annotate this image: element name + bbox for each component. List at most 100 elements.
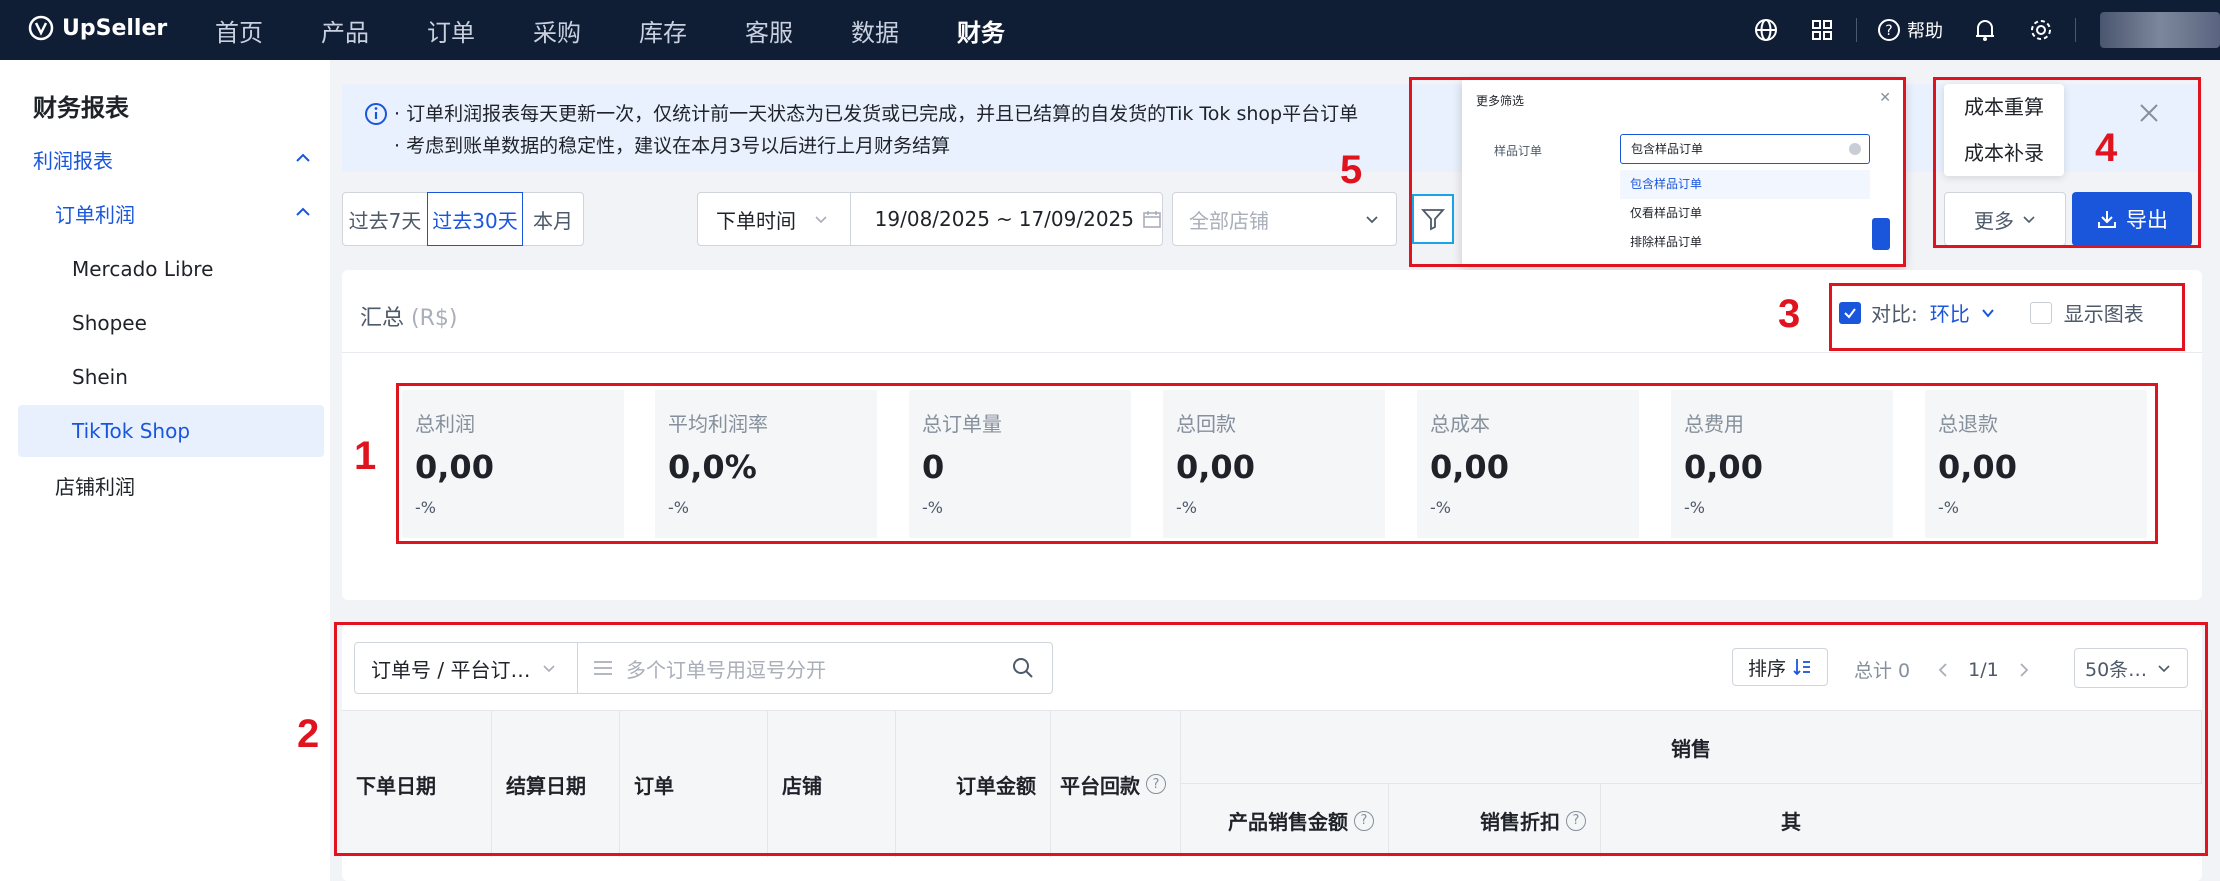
sidebar-item-shein[interactable]: Shein — [18, 351, 324, 403]
nav-finance[interactable]: 财务 — [957, 13, 1005, 48]
help-label: 帮助 — [1907, 21, 1943, 42]
shop-select[interactable]: 全部店铺 — [1172, 192, 1397, 246]
more-button[interactable]: 更多 — [1944, 192, 2066, 246]
sidebar-item-mercado-libre[interactable]: Mercado Libre — [18, 243, 324, 295]
time-type-value: 下单时间 — [716, 208, 796, 233]
col-settle-date[interactable]: 结算日期 — [492, 711, 620, 857]
option-include-sample[interactable]: 包含样品订单 — [1620, 170, 1870, 199]
sort-icon — [1793, 659, 1810, 676]
top-right-tools: ? 帮助 — [1738, 0, 2220, 60]
sidebar-item-shopee[interactable]: Shopee — [18, 297, 324, 349]
chevron-up-icon — [296, 153, 310, 162]
chevron-right-icon[interactable] — [2017, 662, 2031, 678]
sort-button[interactable]: 排序 — [1732, 648, 1828, 686]
help-icon[interactable]: ? — [1566, 810, 1586, 831]
info-notice: · 订单利润报表每天更新一次，仅统计前一天状态为已发货或已完成，并且已结算的自发… — [342, 84, 2202, 172]
more-dropdown-menu: 成本重算 成本补录 — [1944, 84, 2064, 176]
top-navbar: UpSeller 首页 产品 订单 采购 库存 客服 数据 财务 ? 帮助 — [0, 0, 2220, 60]
menu-cost-recalculate[interactable]: 成本重算 — [1944, 84, 2064, 130]
col-shop[interactable]: 店铺 — [768, 711, 896, 857]
sidebar-item-shop-profit[interactable]: 店铺利润 — [18, 459, 324, 511]
clear-icon[interactable] — [1849, 143, 1861, 155]
sidebar-item-tiktok-shop[interactable]: TikTok Shop — [18, 405, 324, 457]
col-platform-payout[interactable]: 平台回款 ? — [1051, 711, 1181, 857]
sample-order-value: 包含样品订单 — [1631, 142, 1704, 156]
nav-service[interactable]: 客服 — [745, 13, 793, 48]
col-sales-discount[interactable]: 销售折扣 ? — [1389, 784, 1601, 857]
search-type-select[interactable]: 订单号 / 平台订… — [354, 642, 578, 694]
chevron-down-icon — [2023, 216, 2035, 224]
col-other[interactable]: 其 — [1601, 784, 1801, 857]
sidebar-item-profit-report[interactable]: 利润报表 — [18, 133, 324, 185]
export-button[interactable]: 导出 — [2072, 192, 2192, 246]
globe-icon[interactable] — [1752, 16, 1780, 44]
info-icon — [365, 103, 387, 125]
download-icon — [2098, 211, 2116, 228]
apps-grid-icon[interactable] — [1808, 16, 1836, 44]
gear-icon[interactable] — [2027, 16, 2055, 44]
annotation-label-3: 3 — [1778, 292, 1801, 336]
nav-products[interactable]: 产品 — [321, 13, 369, 48]
date-range-input[interactable]: 19/08/2025 ~ 17/09/2025 — [851, 207, 1162, 231]
popup-title: 更多筛选 — [1476, 94, 1525, 108]
search-icon[interactable] — [1012, 657, 1034, 679]
option-exclude-sample[interactable]: 排除样品订单 — [1620, 228, 1870, 257]
nav-orders[interactable]: 订单 — [427, 13, 475, 48]
range-this-month[interactable]: 本月 — [522, 192, 584, 246]
range-30-days[interactable]: 过去30天 — [427, 192, 523, 246]
close-icon[interactable]: ✕ — [1879, 90, 1891, 106]
sidebar-item-label: 订单利润 — [55, 202, 135, 227]
option-only-sample[interactable]: 仅看样品订单 — [1620, 199, 1870, 228]
time-type-select[interactable]: 下单时间 — [698, 193, 851, 245]
more-label: 更多 — [1974, 208, 2014, 233]
upseller-logo[interactable]: UpSeller — [28, 15, 167, 41]
metric-label: 平均利润率 — [668, 412, 768, 436]
summary-card: 汇总 (R$) 对比: 环比 显示图表 总利润 0,00 -% 平均利润率 0,… — [342, 270, 2202, 600]
chevron-down-icon — [1366, 216, 1378, 224]
col-order-amount[interactable]: 订单金额 — [896, 711, 1051, 857]
show-chart-checkbox[interactable] — [2029, 301, 2052, 324]
nav-purchase[interactable]: 采购 — [533, 13, 581, 48]
col-order[interactable]: 订单 — [620, 711, 768, 857]
metric-total-cost: 总成本 0,00 -% — [1417, 390, 1639, 538]
table-header: 下单日期 结算日期 订单 店铺 订单金额 平台回款 ? 销售 产品销售金额 ? … — [342, 710, 2202, 857]
metric-change: -% — [415, 498, 436, 517]
page-size-value: 50条… — [2085, 658, 2148, 681]
col-product-sales[interactable]: 产品销售金额 ? — [1181, 784, 1389, 857]
close-icon[interactable] — [2138, 102, 2160, 124]
sidebar-item-label: 店铺利润 — [55, 474, 135, 499]
sidebar-item-order-profit[interactable]: 订单利润 — [18, 187, 324, 239]
logo-icon — [28, 15, 54, 41]
check-icon — [1844, 307, 1856, 319]
metric-value: 0,00 — [1176, 448, 1255, 486]
compare-checkbox[interactable] — [1839, 301, 1861, 324]
user-avatar[interactable] — [2100, 12, 2220, 48]
col-group-sales: 销售 — [1181, 711, 2202, 784]
sample-order-select[interactable]: 包含样品订单 — [1620, 134, 1870, 164]
compare-select[interactable]: 环比 — [1930, 298, 1996, 327]
orders-table-card: 订单号 / 平台订… 多个订单号用逗号分开 排序 总计 0 1/1 50条… 下… — [342, 624, 2202, 881]
list-icon — [594, 661, 612, 675]
range-7-days[interactable]: 过去7天 — [342, 192, 428, 246]
metric-label: 总回款 — [1176, 412, 1236, 436]
filter-icon — [1420, 209, 1446, 231]
order-search-input[interactable]: 多个订单号用逗号分开 — [578, 642, 1053, 694]
popup-confirm-button[interactable] — [1872, 218, 1890, 250]
col-order-date[interactable]: 下单日期 — [342, 711, 492, 857]
shop-placeholder: 全部店铺 — [1189, 208, 1269, 233]
nav-home[interactable]: 首页 — [215, 13, 263, 48]
help-icon[interactable]: ? — [1146, 774, 1166, 794]
summary-title: 汇总 (R$) — [360, 300, 457, 332]
chevron-up-icon — [296, 207, 310, 216]
nav-data[interactable]: 数据 — [851, 13, 899, 48]
help-icon[interactable]: ? — [1354, 810, 1374, 831]
nav-inventory[interactable]: 库存 — [639, 13, 687, 48]
more-filters-button[interactable] — [1412, 194, 1454, 244]
menu-cost-supplement[interactable]: 成本补录 — [1944, 130, 2064, 176]
sample-order-label: 样品订单 — [1494, 144, 1543, 158]
help-button[interactable]: ? 帮助 — [1877, 17, 1943, 43]
chevron-down-icon — [543, 665, 556, 673]
page-size-select[interactable]: 50条… — [2074, 648, 2188, 688]
chevron-left-icon[interactable] — [1936, 662, 1950, 678]
bell-icon[interactable] — [1971, 16, 1999, 44]
